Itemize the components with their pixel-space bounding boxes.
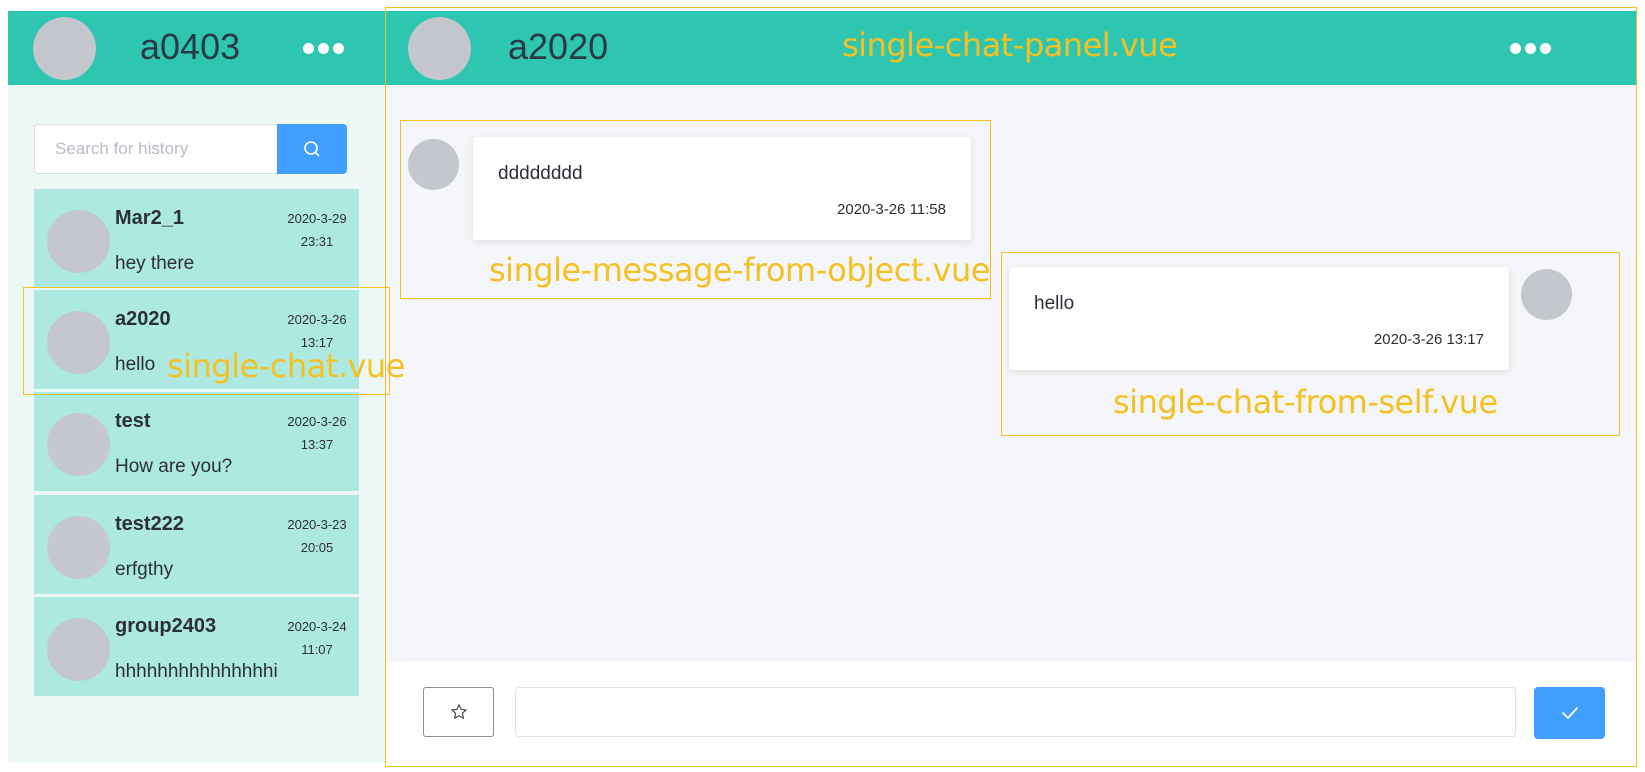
message-input[interactable] bbox=[515, 687, 1516, 737]
chat-name: test222 bbox=[115, 513, 184, 535]
annotation-label-panel: single-chat-panel.vue bbox=[842, 26, 1178, 64]
favorite-button[interactable] bbox=[423, 687, 494, 737]
chat-name: test bbox=[115, 410, 151, 432]
chat-timestamp: 2020-3-29 23:31 bbox=[287, 211, 347, 249]
chat-name: Mar2_1 bbox=[115, 207, 184, 229]
more-horizontal-icon[interactable] bbox=[303, 43, 344, 54]
message-text: hello bbox=[1034, 293, 1075, 314]
contact-name: a2020 bbox=[508, 26, 609, 67]
chat-preview: erfgthy bbox=[115, 559, 174, 580]
search-icon bbox=[304, 141, 320, 157]
message-text: dddddddd bbox=[498, 163, 583, 184]
chat-item[interactable]: test222 2020-3-23 20:05 erfgthy bbox=[34, 495, 359, 594]
message-bubble: hello 2020-3-26 13:17 bbox=[1009, 267, 1509, 370]
chat-preview: hey there bbox=[115, 253, 195, 274]
chat-preview: How are you? bbox=[115, 456, 233, 477]
avatar bbox=[408, 139, 459, 190]
chat-preview: hello bbox=[115, 354, 156, 375]
avatar bbox=[47, 618, 110, 681]
chat-name: a2020 bbox=[115, 308, 171, 330]
search-button[interactable] bbox=[277, 124, 347, 174]
chat-timestamp: 2020-3-26 13:37 bbox=[287, 414, 347, 452]
avatar bbox=[47, 210, 110, 273]
annotation-label-from-self: single-chat-from-self.vue bbox=[1113, 383, 1498, 421]
avatar bbox=[47, 413, 110, 476]
chat-item[interactable]: test 2020-3-26 13:37 How are you? bbox=[34, 392, 359, 491]
contact-avatar[interactable] bbox=[408, 17, 471, 80]
annotation-label-from-object: single-message-from-object.vue bbox=[489, 251, 990, 289]
more-horizontal-icon[interactable] bbox=[1510, 43, 1551, 54]
message-timestamp: 2020-3-26 13:17 bbox=[1373, 331, 1484, 348]
chat-timestamp: 2020-3-23 20:05 bbox=[287, 517, 347, 555]
self-avatar[interactable] bbox=[33, 17, 96, 80]
check-icon bbox=[1561, 707, 1578, 719]
avatar bbox=[1521, 269, 1572, 320]
send-button[interactable] bbox=[1534, 687, 1605, 739]
avatar bbox=[47, 311, 110, 374]
chat-item[interactable]: group2403 2020-3-24 11:07 hhhhhhhhhhhhhhh… bbox=[34, 597, 359, 696]
search-input[interactable] bbox=[34, 124, 277, 174]
annotation-label-chat: single-chat.vue bbox=[167, 347, 405, 385]
self-user-name: a0403 bbox=[140, 26, 241, 67]
message-bubble: dddddddd 2020-3-26 11:58 bbox=[473, 137, 971, 240]
chat-timestamp: 2020-3-24 11:07 bbox=[287, 619, 347, 657]
message-timestamp: 2020-3-26 11:58 bbox=[837, 201, 946, 218]
chat-preview: hhhhhhhhhhhhhhhi bbox=[115, 661, 278, 682]
chat-name: group2403 bbox=[115, 615, 217, 637]
avatar bbox=[47, 516, 110, 579]
star-icon bbox=[450, 704, 467, 719]
chat-item[interactable]: Mar2_1 2020-3-29 23:31 hey there bbox=[34, 189, 359, 288]
